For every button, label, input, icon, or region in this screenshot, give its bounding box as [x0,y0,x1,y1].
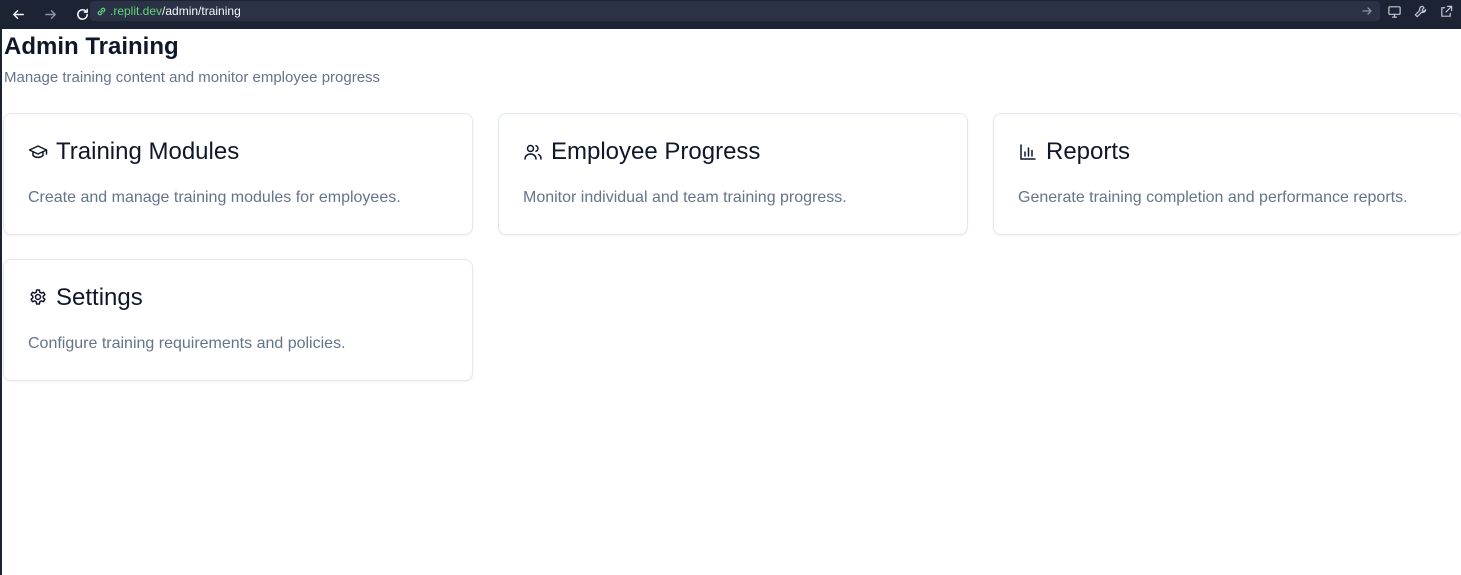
link-icon [96,6,107,17]
card-employee-progress[interactable]: Employee Progress Monitor individual and… [498,113,968,235]
page-subtitle: Manage training content and monitor empl… [4,69,381,86]
gear-icon [28,288,48,308]
page-title: Admin Training [4,33,179,60]
back-arrow-icon[interactable] [4,4,32,26]
card-title: Training Modules [56,138,240,165]
card-title: Settings [56,284,143,311]
graduation-cap-icon [28,142,48,162]
card-settings[interactable]: Settings Configure training requirements… [3,259,473,381]
users-icon [523,142,543,162]
forward-arrow-icon[interactable] [36,4,64,26]
browser-toolbar: .replit.dev/admin/training [0,0,1461,29]
external-link-icon[interactable] [1439,4,1455,20]
card-description: Generate training completion and perform… [1018,189,1408,206]
page-header: Admin Training Manage training content a… [4,33,380,88]
card-description: Configure training requirements and poli… [28,335,346,352]
address-bar[interactable]: .replit.dev/admin/training [90,1,1380,21]
bar-chart-icon [1018,142,1038,162]
monitor-icon[interactable] [1387,4,1403,20]
url-host: .replit.dev [110,4,163,18]
card-description: Monitor individual and team training pro… [523,189,847,206]
url-path: /admin/training [162,4,241,18]
wrench-icon[interactable] [1413,4,1429,20]
card-description: Create and manage training modules for e… [28,189,401,206]
go-arrow-icon[interactable] [1360,4,1374,18]
card-title: Reports [1046,138,1131,165]
card-training-modules[interactable]: Training Modules Create and manage train… [3,113,473,235]
card-title: Employee Progress [551,138,761,165]
window-edge [0,0,2,575]
card-reports[interactable]: Reports Generate training completion and… [993,113,1461,235]
toolbar-actions [1387,4,1455,20]
